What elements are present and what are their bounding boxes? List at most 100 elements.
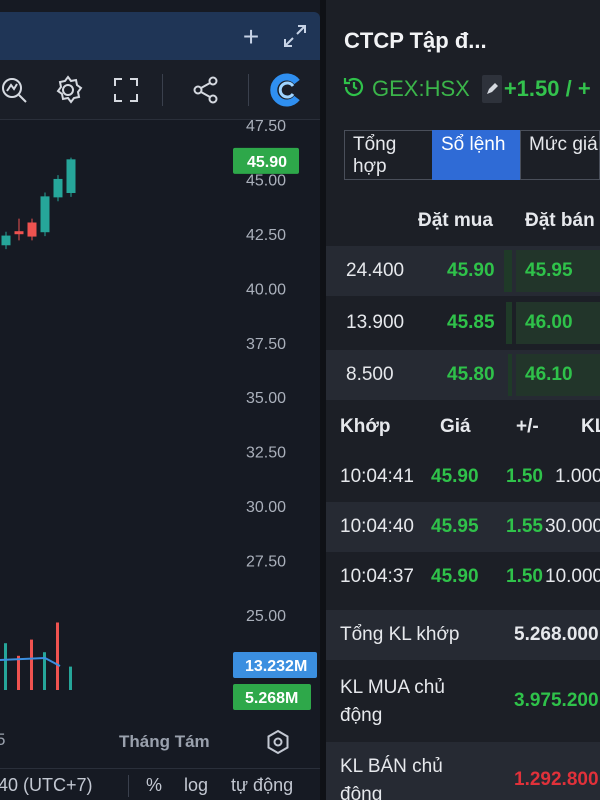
orderbook-volume: 13.900 [346, 312, 405, 333]
trade-change: 1.55 [506, 516, 543, 537]
trade-change: 1.50 [506, 466, 543, 487]
auto-scale-toggle[interactable]: tự động [231, 775, 293, 796]
volume-bar [17, 655, 20, 690]
summary-sell-label: KL BÁN chủ động [340, 756, 443, 800]
tab-tong-hop[interactable]: Tổng hợp [344, 130, 432, 180]
trade-price: 45.90 [431, 566, 479, 587]
toolbar-divider [162, 74, 163, 106]
candle-body [27, 222, 37, 237]
price-axis-tick: 42.50 [246, 227, 286, 244]
settings-icon[interactable] [50, 72, 86, 108]
orderbook-ask-price[interactable]: 45.95 [525, 260, 573, 282]
trade-change: 1.50 [506, 566, 543, 587]
bid-header: Đặt mua [418, 210, 493, 231]
company-name: CTCP Tập đ... [344, 28, 487, 53]
share-icon[interactable] [188, 72, 224, 108]
expand-icon[interactable] [280, 22, 310, 52]
price-axis-tick: 30.00 [246, 499, 286, 516]
trade-time: 10:04:41 [340, 466, 414, 487]
trades-header-time: Khớp [340, 416, 391, 437]
summary-sell-value: 1.292.800 [514, 769, 599, 790]
trade-row[interactable]: 10:04:41 45.90 1.50 1.000 [326, 452, 600, 502]
summary-buy-value: 3.975.200 [514, 690, 599, 711]
percent-scale-toggle[interactable]: % [146, 775, 162, 796]
candle-body [53, 178, 63, 198]
orderbook-row[interactable]: 8.500 45.80 46.10 [326, 350, 600, 400]
orderbook-row[interactable]: 24.400 45.90 45.95 [326, 246, 600, 296]
orderbook-ask-price[interactable]: 46.00 [525, 312, 573, 334]
quote-tabs: Tổng hợp Sổ lệnh Mức giá [344, 130, 600, 180]
trades-header-volume: KL [581, 416, 600, 437]
price-change: +1.50 / + [503, 76, 591, 101]
orderbook-bid-price[interactable]: 45.80 [447, 364, 495, 386]
summary-buy-label: KL MUA chủ động [340, 677, 445, 726]
summary-total-label: Tổng KL khớp [340, 624, 460, 645]
summary-total-row: Tổng KL khớp 5.268.000 [326, 610, 600, 660]
axis-settings-icon[interactable] [264, 728, 292, 761]
summary-total-value: 5.268.000 [514, 624, 599, 645]
trades-header: Khớp Giá +/- KL [326, 402, 600, 452]
trade-volume: 30.000 [545, 516, 600, 537]
volume-bar [56, 622, 59, 690]
chart-scale-bar: 40 (UTC+7) % log tự động [0, 768, 320, 800]
trades-header-change: +/- [516, 416, 539, 437]
price-axis-tick: 27.50 [246, 554, 286, 571]
edit-pencil-icon[interactable] [481, 75, 502, 103]
toolbar-divider [248, 74, 249, 106]
price-axis-tick: 45.00 [246, 172, 286, 189]
timezone-label[interactable]: 40 (UTC+7) [0, 775, 93, 796]
chart-plot-area[interactable]: 47.50 45.00 42.50 40.00 37.50 35.00 32.50 30.00… [0, 120, 320, 720]
ticker-symbol[interactable]: GEX:HSX [372, 76, 470, 102]
orderbook-bid-price[interactable]: 45.85 [447, 312, 495, 334]
bid-depth-bar [508, 354, 512, 396]
trade-time: 10:04:40 [340, 516, 414, 537]
add-icon[interactable]: + [236, 22, 266, 52]
volume-total-label: 13.232M [245, 658, 307, 675]
fullscreen-icon[interactable] [108, 72, 144, 108]
volume-bar [30, 639, 33, 690]
price-axis-tick: 35.00 [246, 390, 286, 407]
trade-price: 45.95 [431, 516, 479, 537]
time-axis-label-month: Tháng Tám [119, 732, 210, 751]
quote-panel: CTCP Tập đ... GEX:HSX +1.50 / + Tổng hợp… [326, 0, 600, 800]
brand-logo-icon [268, 72, 304, 108]
trade-row[interactable]: 10:04:37 45.90 1.50 10.000 [326, 552, 600, 602]
trade-time: 10:04:37 [340, 566, 414, 587]
volume-bar [69, 666, 72, 690]
ticker-row: GEX:HSX +1.50 / + [342, 74, 591, 104]
price-axis-tick: 47.50 [246, 120, 286, 135]
orderbook-volume: 24.400 [346, 260, 405, 281]
candle-body [40, 196, 50, 233]
candle-body [14, 231, 24, 235]
ask-header: Đặt bán [525, 210, 595, 231]
orderbook-bid-price[interactable]: 45.90 [447, 260, 495, 282]
chart-toolbar [0, 60, 320, 120]
last-price-label: 45.90 [247, 154, 287, 171]
volume-bar [4, 643, 7, 690]
orderbook-ask-price[interactable]: 46.10 [525, 364, 573, 386]
summary-sell-row: KL BÁN chủ động 1.292.800 [326, 742, 600, 800]
bid-depth-bar [504, 250, 512, 292]
price-chart[interactable]: 47.50 45.00 42.50 40.00 37.50 35.00 32.50 30.00… [0, 120, 320, 720]
log-scale-toggle[interactable]: log [184, 775, 208, 796]
tab-muc-gia[interactable]: Mức giá [520, 130, 600, 180]
trade-row[interactable]: 10:04:40 45.95 1.55 30.000 [326, 502, 600, 552]
candle-body [66, 159, 76, 194]
orderbook-row[interactable]: 13.900 45.85 46.00 [326, 298, 600, 348]
tab-so-lenh[interactable]: Sổ lệnh [432, 130, 520, 180]
bid-depth-bar [506, 302, 512, 344]
summary-buy-row: KL MUA chủ động 3.975.200 [326, 664, 600, 738]
trade-volume: 1.000 [555, 466, 600, 487]
price-axis-tick: 40.00 [246, 281, 286, 298]
trade-price: 45.90 [431, 466, 479, 487]
refresh-clock-icon[interactable] [342, 75, 366, 104]
price-axis-tick: 32.50 [246, 445, 286, 462]
price-axis-tick: 25.00 [246, 608, 286, 625]
indicator-icon[interactable] [0, 72, 32, 108]
price-axis-tick: 37.50 [246, 336, 286, 353]
orderbook-volume: 8.500 [346, 364, 394, 385]
trades-header-price: Giá [440, 416, 471, 437]
chart-topbar: + [0, 12, 320, 60]
scale-divider [128, 775, 129, 797]
trade-volume: 10.000 [545, 566, 600, 587]
